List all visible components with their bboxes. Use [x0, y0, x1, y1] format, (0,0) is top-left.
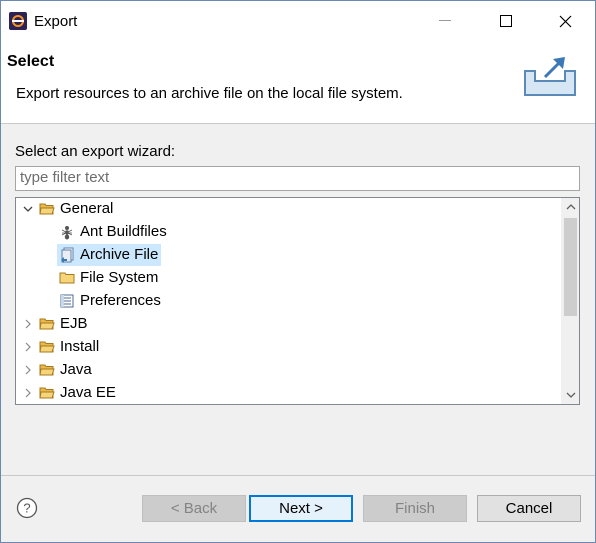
- folder-open-icon: [39, 203, 55, 215]
- eclipse-icon: [9, 12, 27, 30]
- cancel-button[interactable]: Cancel: [477, 495, 581, 522]
- folder-open-icon: [39, 364, 55, 376]
- filter-field[interactable]: [15, 166, 580, 191]
- back-button[interactable]: < Back: [142, 495, 246, 522]
- tree-item-install[interactable]: Install: [16, 336, 561, 358]
- chevron-right-icon[interactable]: [23, 342, 33, 352]
- wizard-header: Select Export resources to an archive fi…: [1, 41, 595, 124]
- wizard-label: Select an export wizard:: [15, 143, 176, 160]
- footer-separator: [1, 475, 595, 476]
- tree-item-archive-file[interactable]: Archive File: [16, 244, 561, 266]
- tree-item-file-system[interactable]: File System: [16, 267, 561, 289]
- svg-text:?: ?: [23, 501, 30, 516]
- help-icon[interactable]: ?: [16, 497, 38, 519]
- page-description: Export resources to an archive file on t…: [16, 85, 403, 102]
- export-wizard-icon: [524, 57, 576, 96]
- tree-scrollbar[interactable]: [561, 198, 579, 404]
- folder-open-icon: [39, 341, 55, 353]
- tree-item-label: File System: [80, 269, 159, 286]
- ant-icon: [61, 226, 73, 240]
- window-title: Export: [34, 13, 78, 30]
- page-title: Select: [7, 53, 55, 70]
- tree-item-label: Archive File: [80, 246, 159, 263]
- finish-button[interactable]: Finish: [363, 495, 467, 522]
- maximize-button[interactable]: [477, 1, 535, 41]
- tree-item-java-ee[interactable]: Java EE: [16, 382, 561, 404]
- tree-item-label: Ant Buildfiles: [80, 223, 167, 240]
- folder-icon: [59, 272, 75, 284]
- folder-open-icon: [39, 387, 55, 399]
- filter-input[interactable]: [16, 167, 579, 188]
- tree-item-java[interactable]: Java: [16, 359, 561, 381]
- tree-item-label: Preferences: [80, 292, 161, 309]
- tree-item-label: EJB: [60, 315, 88, 332]
- wizard-tree[interactable]: General Ant Buildfiles Archive File File…: [15, 197, 580, 405]
- tree-item-general[interactable]: General: [16, 198, 561, 220]
- tree-item-label: Java: [60, 361, 92, 378]
- tree-item-ejb[interactable]: EJB: [16, 313, 561, 335]
- title-bar: Export: [1, 1, 595, 41]
- export-dialog: Export Select Export resources to an arc…: [0, 0, 596, 543]
- maximize-icon: [500, 15, 512, 27]
- preferences-icon: [60, 294, 74, 308]
- minimize-icon: [439, 20, 451, 21]
- scroll-up-button[interactable]: [562, 198, 579, 215]
- close-button[interactable]: [536, 1, 594, 41]
- tree-item-label: General: [60, 200, 114, 217]
- scroll-down-button[interactable]: [562, 387, 579, 404]
- tree-item-label: Java EE: [60, 384, 116, 401]
- chevron-down-icon: [566, 392, 575, 398]
- scroll-thumb[interactable]: [564, 218, 577, 316]
- next-button[interactable]: Next >: [249, 495, 353, 522]
- close-icon: [559, 15, 571, 27]
- chevron-right-icon[interactable]: [23, 319, 33, 329]
- tree-item-preferences[interactable]: Preferences: [16, 290, 561, 312]
- tree-item-ant-buildfiles[interactable]: Ant Buildfiles: [16, 221, 561, 243]
- archive-icon: [61, 247, 74, 263]
- chevron-right-icon[interactable]: [23, 388, 33, 398]
- folder-open-icon: [39, 318, 55, 330]
- chevron-down-icon[interactable]: [23, 204, 33, 214]
- tree-item-label: Install: [60, 338, 100, 355]
- chevron-right-icon[interactable]: [23, 365, 33, 375]
- minimize-button[interactable]: [416, 1, 474, 41]
- chevron-up-icon: [566, 204, 575, 210]
